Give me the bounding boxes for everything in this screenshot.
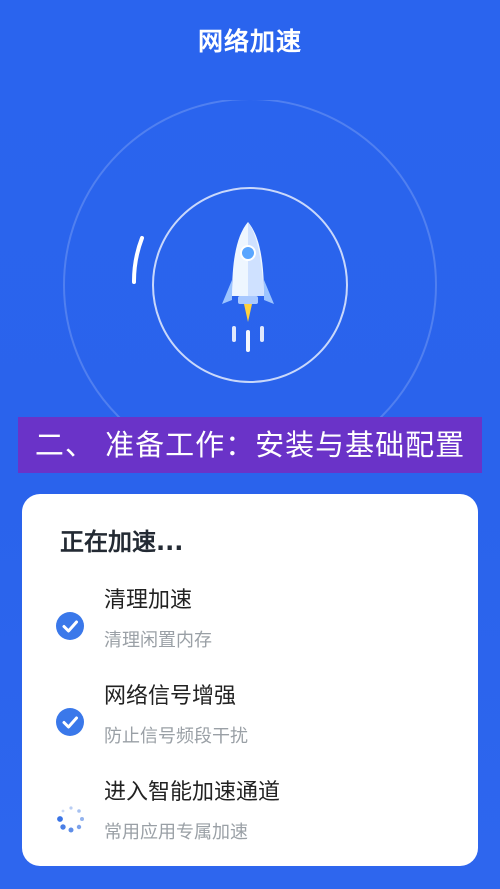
page-title: 网络加速 <box>197 27 302 56</box>
check-circle-icon <box>56 708 86 738</box>
overlay-banner: 二、 准备工作：安装与基础配置 <box>18 417 482 473</box>
item-sub: 常用应用专属加速 <box>104 822 248 843</box>
list-item-smart-channel: 进入智能加速通道 常用应用专属加速 <box>22 774 478 854</box>
list-item-signal: 网络信号增强 防止信号频段干扰 <box>22 678 478 758</box>
item-sub: 防止信号频段干扰 <box>104 726 248 747</box>
progress-arc <box>131 236 144 284</box>
item-label: 进入智能加速通道 <box>104 780 281 805</box>
item-sub: 清理闲置内存 <box>104 630 212 651</box>
list-item-clean: 清理加速 清理闲置内存 <box>22 582 478 662</box>
card-title: 正在加速... <box>60 528 184 556</box>
acceleration-card: 正在加速... 清理加速 清理闲置内存 网络信号增强 防止信号频段干扰 进入智能… <box>22 494 478 866</box>
item-label: 网络信号增强 <box>104 684 237 709</box>
rocket-icon <box>222 222 274 352</box>
spinner-icon <box>56 804 86 834</box>
check-circle-icon <box>56 612 86 642</box>
item-label: 清理加速 <box>104 588 193 613</box>
